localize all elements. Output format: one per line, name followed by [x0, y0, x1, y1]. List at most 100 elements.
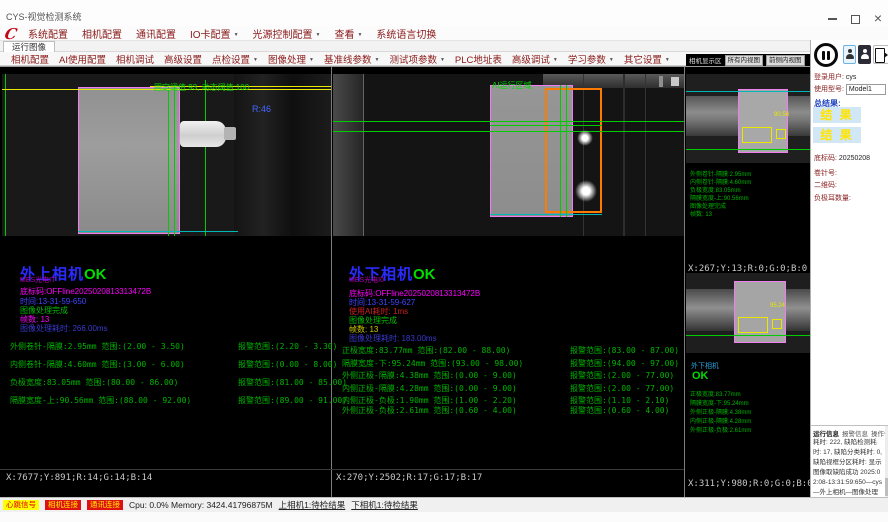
model-row: 使用型号: Model1 — [814, 84, 886, 95]
window-title: CYS-视觉检测系统 — [6, 10, 82, 23]
panel-divider — [684, 67, 685, 498]
roll-needle-row: 卷针号: — [814, 168, 837, 178]
menubar: 系统配置 相机配置 通讯配置 IO卡配置 光源控制配置 查看 系统语言切换 — [0, 26, 888, 41]
exit-door-icon — [875, 48, 887, 61]
machine-background — [234, 74, 331, 236]
barcode-field-value: 20250208 — [839, 155, 870, 162]
left-camera-panel: 固定阈值:93, 动态阈值:100 R:46 外上相机OK MES光电IT 底标… — [2, 67, 331, 498]
user-button-dark[interactable] — [858, 45, 871, 64]
left-camera-canvas[interactable]: 固定阈值:93, 动态阈值:100 R:46 — [2, 74, 331, 236]
measure-line — [333, 131, 684, 132]
menu-language-switch[interactable]: 系统语言切换 — [369, 26, 443, 41]
thumbnail-bottom-canvas[interactable]: 95.24 — [686, 273, 810, 353]
machine-structure-line — [645, 74, 646, 236]
menu-view[interactable]: 查看 — [327, 26, 369, 41]
measure-line — [333, 121, 684, 122]
user-button-selected[interactable] — [843, 45, 856, 64]
camera-link-badge: 相机连接 — [45, 500, 81, 510]
thumb-info-line: 外侧正极-隔膜:4.38mm — [690, 407, 751, 416]
bright-fixture — [659, 76, 663, 87]
user-icon — [845, 49, 855, 60]
thumbnail-top-canvas[interactable]: 90.56 — [686, 74, 810, 163]
measurement-value: 负极宽度:83.05mm 范围:(80.00 - 86.00) — [10, 377, 178, 388]
tool-baseline-params[interactable]: 基准线参数 — [319, 52, 384, 66]
tool-ai-usage-config[interactable]: AI使用配置 — [54, 52, 111, 66]
detection-box — [776, 129, 786, 139]
tool-learning-params[interactable]: 学习参数 — [563, 52, 619, 66]
result-ok-text: OK — [84, 266, 107, 283]
measure-line — [205, 80, 206, 236]
tool-spot-check[interactable]: 点检设置 — [207, 52, 263, 66]
log-tab-run-info[interactable]: 运行信息 — [813, 428, 839, 438]
bright-spot — [575, 180, 597, 202]
threshold-overlay-label: 固定阈值:93, 动态阈值:100 — [154, 82, 249, 93]
detection-box — [738, 317, 768, 333]
nozzle-tip — [224, 127, 236, 140]
mes-status-text: MES光电I0 — [349, 275, 384, 285]
exit-button[interactable] — [873, 45, 888, 64]
bright-fixture — [671, 77, 679, 86]
cursor-coordinates: X:311;Y:980;R:0;G:0;B:0 — [688, 479, 813, 489]
pause-button[interactable] — [814, 43, 838, 67]
upper-camera-result[interactable]: 上相机1:待检结果 — [279, 499, 346, 511]
app-window: CYS-视觉检测系统 系统配置 相机配置 通讯配置 IO卡配置 光源控制配置 查… — [0, 0, 888, 522]
reference-line — [5, 74, 6, 236]
measurement-value: 外侧正极-隔膜:4.38mm 范围:(0.00 - 9.00) — [342, 370, 517, 381]
tool-camera-config[interactable]: 相机配置 — [6, 52, 54, 66]
baseline — [490, 214, 602, 215]
nozzle-object — [180, 121, 226, 147]
log-tab-alarm-info[interactable]: 报警信息 — [842, 428, 868, 438]
tool-image-processing[interactable]: 图像处理 — [263, 52, 319, 66]
tabstrip: 运行图像 — [0, 41, 810, 52]
thumb-info-line: 内侧正极-隔膜:4.28mm — [690, 416, 751, 425]
measurement-alarm: 报警范围:(89.00 - 91.00) — [238, 395, 347, 406]
detection-box — [742, 127, 772, 143]
menu-io-config[interactable]: IO卡配置 — [183, 26, 246, 41]
lower-camera-result[interactable]: 下相机1:待检结果 — [351, 499, 418, 511]
tool-camera-debug[interactable]: 相机调试 — [111, 52, 159, 66]
barcode-field-label: 底标码: — [814, 155, 837, 162]
middle-camera-canvas[interactable]: AI运行区域 — [333, 74, 684, 236]
baseline — [78, 231, 238, 232]
cursor-coordinates: X:7677;Y:891;R:14;G:14;B:14 — [6, 473, 152, 483]
separator-film-region — [738, 89, 788, 153]
roll-needle-label: 卷针号: — [814, 170, 837, 177]
machine-structure-line — [623, 74, 625, 236]
minimize-icon[interactable] — [828, 18, 837, 20]
view-all-inner-button[interactable]: 所有内视图 — [725, 55, 764, 66]
bright-spot — [577, 130, 593, 146]
thumb-info-line: 帧数: 13 — [690, 209, 712, 218]
barcode-field-row: 底标码: 20250208 — [814, 153, 870, 163]
heartbeat-status-badge: 心跳信号 — [3, 500, 39, 510]
menu-system-config[interactable]: 系统配置 — [21, 26, 75, 41]
measurement-value: 隔膜宽度-下:95.24mm 范围:(93.00 - 98.00) — [342, 358, 523, 369]
baseline — [686, 91, 810, 92]
thumb-result-ok: OK — [692, 370, 709, 382]
model-input[interactable]: Model1 — [846, 84, 886, 95]
tool-test-params[interactable]: 测试项参数 — [384, 52, 449, 66]
menu-light-config[interactable]: 光源控制配置 — [246, 26, 328, 41]
detection-box — [772, 319, 782, 329]
cpu-memory-text: Cpu: 0.0% Memory: 3424.41796875M — [129, 500, 273, 510]
value-overlay: 90.56 — [774, 112, 789, 118]
qrcode-label: 二维码: — [814, 182, 837, 189]
login-user-label: 登录用户: — [814, 74, 844, 81]
qrcode-row: 二维码: — [814, 180, 837, 190]
tab-count-row: 负极耳数量: — [814, 193, 851, 203]
statusbar: 心跳信号 相机连接 通讯连接 Cpu: 0.0% Memory: 3424.41… — [0, 497, 888, 512]
thumb-info-line: 正极宽度:83.77mm — [690, 389, 741, 398]
menu-comm-config[interactable]: 通讯配置 — [129, 26, 183, 41]
menu-camera-config[interactable]: 相机配置 — [75, 26, 129, 41]
tool-other-settings[interactable]: 其它设置 — [619, 52, 675, 66]
user-icon — [860, 49, 870, 60]
separator-film-region — [734, 281, 786, 343]
view-front-inner-button[interactable]: 前侧内视图 — [766, 55, 805, 66]
machine-edge — [333, 74, 363, 236]
measurement-alarm: 报警范围:(0.60 - 4.00) — [570, 405, 669, 416]
tool-plc-address-table[interactable]: PLC地址表 — [450, 52, 507, 66]
mes-status-text: MES光电IT — [20, 275, 55, 285]
maximize-icon[interactable] — [851, 15, 860, 24]
tool-advanced-settings[interactable]: 高级设置 — [159, 52, 207, 66]
tool-advanced-debug[interactable]: 高级调试 — [507, 52, 563, 66]
measurement-value: 隔膜宽度-上:90.56mm 范围:(88.00 - 92.00) — [10, 395, 191, 406]
